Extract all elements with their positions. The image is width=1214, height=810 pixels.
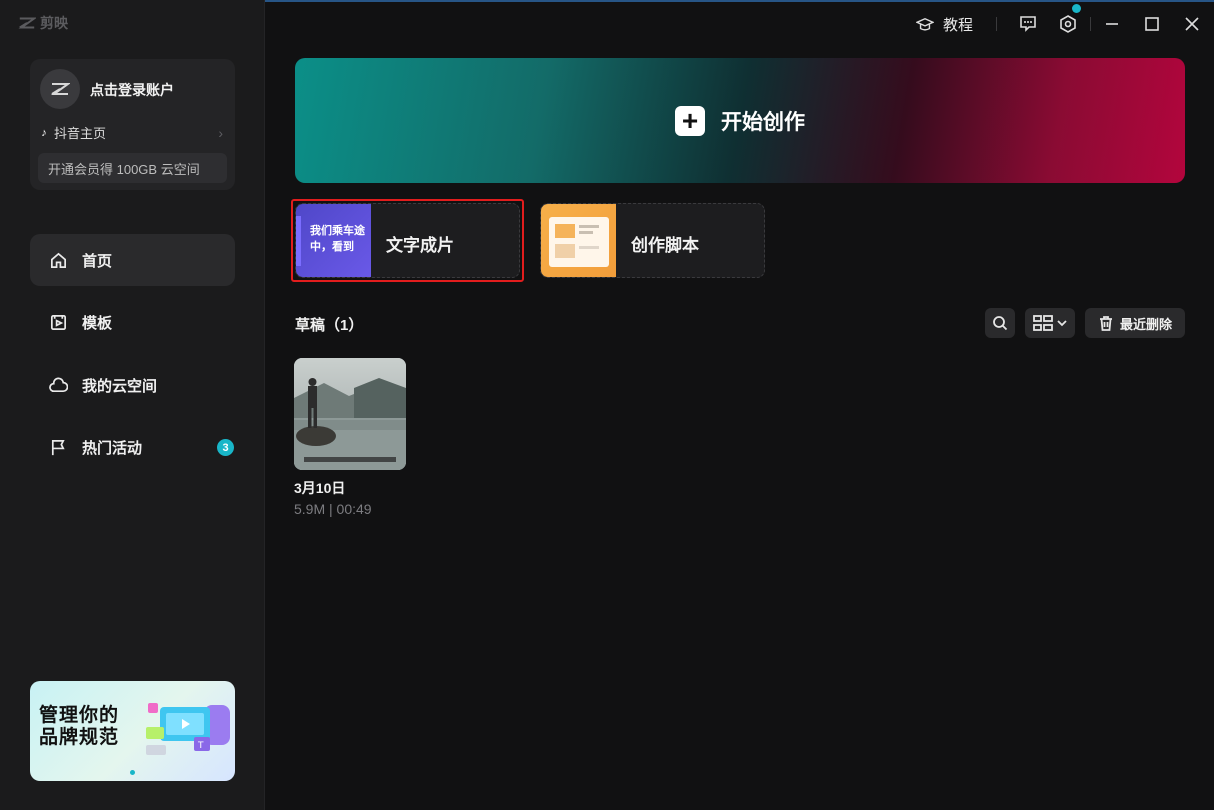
settings-button[interactable] [1058, 4, 1081, 34]
draft-name: 3月10日 [294, 480, 346, 496]
nav-label: 我的云空间 [82, 377, 158, 395]
maximize-button[interactable] [1142, 14, 1162, 34]
draft-thumbnail[interactable] [294, 358, 406, 470]
notification-dot [1072, 4, 1081, 13]
capcut-logo-icon [18, 17, 36, 29]
chevron-right-icon: › [218, 124, 223, 141]
promo-line-1: 管理你的 [39, 705, 120, 726]
nav-label: 首页 [82, 252, 113, 270]
nav-item-templates[interactable]: 模板 [30, 297, 235, 349]
tutorial-button[interactable]: 教程 [916, 14, 973, 35]
vip-upgrade-button[interactable]: 开通会员得 100GB 云空间 [38, 153, 227, 183]
nav-item-events[interactable]: 热门活动 3 [30, 422, 235, 474]
close-button[interactable] [1182, 14, 1202, 34]
maximize-icon [1145, 17, 1159, 31]
recently-deleted-label: 最近删除 [1119, 316, 1172, 332]
search-drafts-button[interactable] [985, 308, 1015, 338]
minimize-icon [1106, 23, 1118, 25]
promo-illustration-icon: T [146, 703, 230, 755]
creation-script-thumbnail [541, 204, 616, 277]
cloud-icon [49, 377, 68, 392]
recently-deleted-button[interactable]: 最近删除 [1085, 308, 1185, 338]
home-icon [50, 252, 67, 268]
douyin-label: 抖音主页 [54, 126, 107, 141]
script-doc-icon [555, 224, 599, 258]
app-logo: 剪映 [18, 13, 68, 33]
nav-label: 模板 [82, 315, 113, 332]
landscape-thumbnail-image [294, 358, 406, 470]
trash-icon [1099, 316, 1112, 331]
creation-script-card[interactable]: 创作脚本 [540, 203, 765, 278]
promo-line-2: 品牌规范 [39, 727, 120, 748]
template-icon [50, 314, 67, 331]
draft-meta: 5.9M | 00:49 [294, 501, 372, 517]
close-icon [1185, 17, 1199, 31]
selection-highlight [291, 199, 524, 282]
flag-icon [51, 439, 65, 456]
feedback-button[interactable] [1018, 14, 1038, 34]
draft-item[interactable]: 3月10日 5.9M | 00:49 [294, 358, 406, 517]
plus-icon: + [675, 105, 705, 136]
promo-title: 管理你的 品牌规范 [39, 705, 119, 749]
start-creation-button[interactable]: + 开始创作 [295, 58, 1185, 183]
start-creation-label: 开始创作 [721, 110, 805, 134]
tutorial-label: 教程 [943, 17, 974, 34]
title-bar: 教程 [265, 0, 1214, 48]
tiktok-icon: ♪ [41, 126, 47, 139]
title-bar-divider [1090, 17, 1091, 31]
capcut-avatar-icon [50, 83, 70, 95]
brand-promo-banner[interactable]: 管理你的 品牌规范 T [30, 681, 235, 781]
title-bar-divider [996, 17, 997, 31]
chevron-down-icon [1057, 320, 1067, 327]
app-name: 剪映 [40, 15, 68, 31]
drafts-title: 草稿（1） [295, 317, 364, 334]
main-nav: 首页 模板 我的云空间 热门活动 3 [30, 234, 235, 484]
grid-view-icon [1033, 315, 1053, 331]
carousel-dot[interactable] [130, 770, 135, 775]
minimize-button[interactable] [1102, 14, 1122, 34]
avatar[interactable] [40, 69, 80, 109]
feedback-icon [1020, 16, 1036, 32]
settings-icon [1060, 15, 1076, 33]
login-link[interactable]: 点击登录账户 [90, 80, 174, 100]
events-count-badge: 3 [217, 439, 234, 456]
nav-item-cloud[interactable]: 我的云空间 [30, 359, 235, 411]
search-icon [993, 316, 1008, 331]
creation-script-label: 创作脚本 [631, 236, 699, 255]
sidebar: 剪映 点击登录账户 ♪ 抖音主页 › 开通会员得 100GB 云空间 首页 模板… [0, 0, 265, 810]
nav-label: 热门活动 [82, 440, 143, 457]
view-mode-dropdown[interactable] [1025, 308, 1075, 338]
douyin-homepage-link[interactable]: ♪ 抖音主页 › [38, 123, 223, 142]
nav-item-home[interactable]: 首页 [30, 234, 235, 286]
graduation-cap-icon [916, 17, 934, 31]
svg-text:T: T [197, 741, 204, 751]
account-card: 点击登录账户 ♪ 抖音主页 › 开通会员得 100GB 云空间 [30, 59, 235, 190]
